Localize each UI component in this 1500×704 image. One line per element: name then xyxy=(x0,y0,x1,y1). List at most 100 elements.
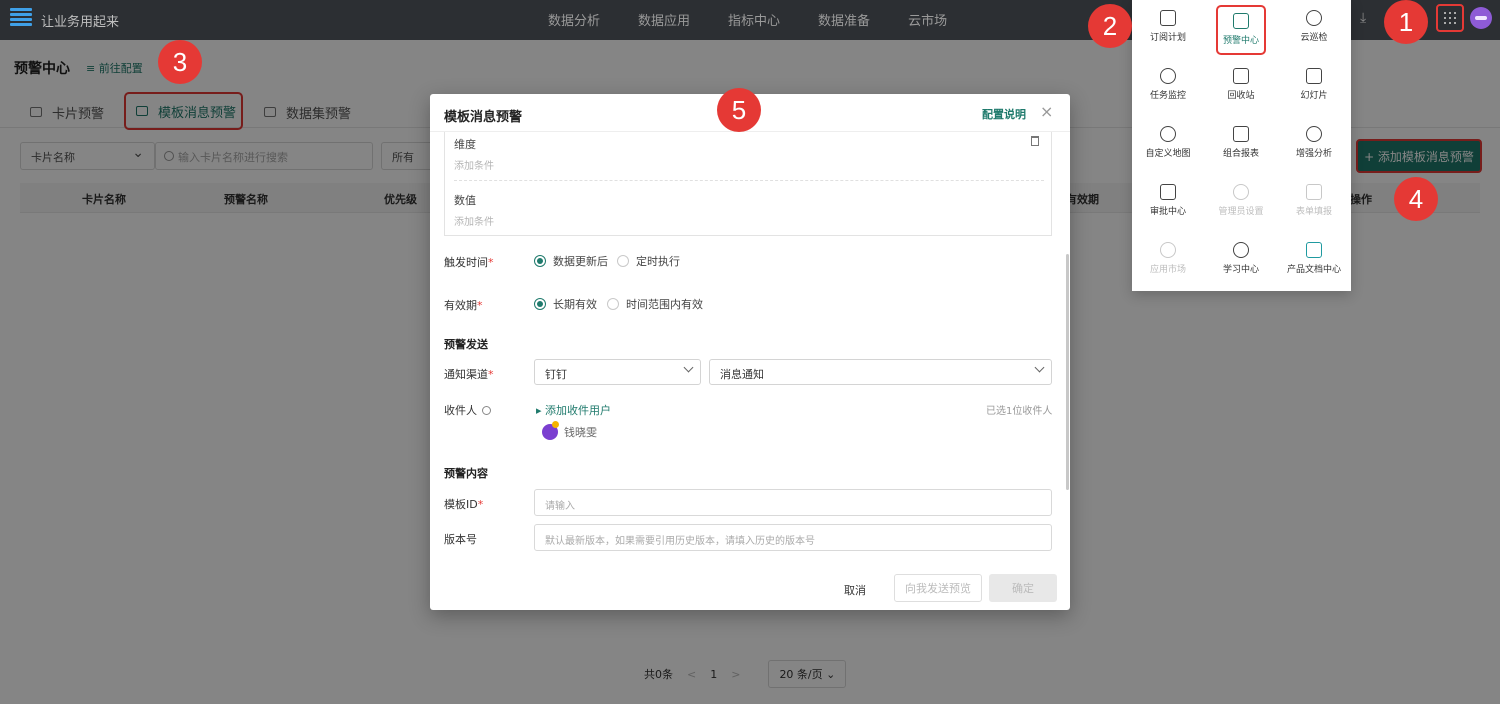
apps-menu: 订阅计划 预警中心 云巡检 任务监控 回收站 幻灯片 自定义地图 组合报表 增强… xyxy=(1132,0,1351,291)
cancel-button[interactable]: 取消 xyxy=(844,582,866,598)
app-label: 组合报表 xyxy=(1222,149,1259,159)
app-label: 表单填报 xyxy=(1295,207,1332,217)
download-icon[interactable]: ⤓ xyxy=(1360,10,1376,26)
recipient-chip[interactable]: 钱晓雯 xyxy=(542,421,597,440)
trigger-scheduled-radio[interactable]: 定时执行 xyxy=(617,253,680,269)
apps-grid-icon xyxy=(1444,12,1456,24)
modal-scrollbar[interactable] xyxy=(1066,254,1069,490)
add-dimension-condition[interactable]: 添加条件 xyxy=(454,157,494,172)
app-label: 审批中心 xyxy=(1149,207,1186,217)
app-approval-center[interactable]: 审批中心 xyxy=(1132,174,1204,228)
trigger-time-label: 触发时间* xyxy=(444,256,494,269)
confirm-button[interactable]: 确定 xyxy=(989,574,1057,602)
step-badge-4: 4 xyxy=(1394,177,1438,221)
nav-data-prep[interactable]: 数据准备 xyxy=(818,10,870,29)
version-label: 版本号 xyxy=(444,533,477,546)
app-label: 增强分析 xyxy=(1295,149,1332,159)
app-label: 任务监控 xyxy=(1149,91,1186,101)
learner-icon xyxy=(1233,242,1249,258)
step-badge-3: 3 xyxy=(158,40,202,84)
avatar xyxy=(542,421,559,440)
step-badge-2: 2 xyxy=(1088,4,1132,48)
app-task-monitor[interactable]: 任务监控 xyxy=(1132,58,1204,112)
radio-label: 数据更新后 xyxy=(553,255,608,268)
nav-data-application[interactable]: 数据应用 xyxy=(638,10,690,29)
trash-icon xyxy=(1233,68,1249,84)
radio-dot xyxy=(617,255,629,267)
app-label: 学习中心 xyxy=(1222,265,1259,275)
add-recipient-link[interactable]: ▸ 添加收件用户 xyxy=(536,402,611,418)
validity-range-radio[interactable]: 时间范围内有效 xyxy=(607,296,703,312)
app-market[interactable]: 应用市场 xyxy=(1132,232,1204,286)
alert-bell-icon xyxy=(1233,13,1249,29)
step-badge-5: 5 xyxy=(717,88,761,132)
brand-slogan: 让业务用起来 xyxy=(41,15,120,30)
app-learning-center[interactable]: 学习中心 xyxy=(1205,232,1277,286)
form-edit-icon xyxy=(1306,184,1322,200)
content-section-title: 预警内容 xyxy=(444,467,488,480)
cloud-inspect-icon xyxy=(1306,10,1322,26)
app-label: 自定义地图 xyxy=(1145,149,1191,159)
analysis-icon xyxy=(1306,126,1322,142)
value-label: 数值 xyxy=(454,194,476,207)
app-subscription-plan[interactable]: 订阅计划 xyxy=(1132,0,1204,54)
app-slides[interactable]: 幻灯片 xyxy=(1278,58,1350,112)
add-value-condition[interactable]: 添加条件 xyxy=(454,213,494,228)
user-avatar[interactable] xyxy=(1470,7,1492,29)
select-value: 消息通知 xyxy=(720,368,764,381)
map-pin-icon xyxy=(1160,126,1176,142)
channel-type-select[interactable]: 消息通知 xyxy=(709,359,1052,385)
slides-icon xyxy=(1306,68,1322,84)
gauge-icon xyxy=(1160,68,1176,84)
app-label: 幻灯片 xyxy=(1300,91,1328,101)
app-label: 云巡检 xyxy=(1300,33,1328,43)
app-cloud-inspect[interactable]: 云巡检 xyxy=(1278,0,1350,54)
radio-label: 时间范围内有效 xyxy=(626,298,703,311)
calendar-clock-icon xyxy=(1160,10,1176,26)
send-section-title: 预警发送 xyxy=(444,338,488,351)
template-alert-modal: 模板消息预警 配置说明 × 维度 添加条件 数值 添加条件 触发时间* 数据更新… xyxy=(430,94,1070,610)
divider xyxy=(454,180,1044,181)
apps-grid-button[interactable] xyxy=(1436,4,1464,32)
recipient-label: 收件人 xyxy=(444,402,491,418)
chevron-down-icon xyxy=(1034,362,1045,373)
nav-data-analysis[interactable]: 数据分析 xyxy=(548,10,600,29)
app-custom-map[interactable]: 自定义地图 xyxy=(1132,116,1204,170)
modal-title: 模板消息预警 xyxy=(444,110,523,125)
send-preview-button[interactable]: 向我发送预览 xyxy=(894,574,982,602)
select-value: 钉钉 xyxy=(545,368,567,381)
radio-dot xyxy=(607,298,619,310)
info-icon[interactable] xyxy=(482,406,491,415)
trash-icon[interactable] xyxy=(1031,136,1039,146)
clipboard-report-icon xyxy=(1233,126,1249,142)
app-recycle-bin[interactable]: 回收站 xyxy=(1205,58,1277,112)
template-id-label: 模板ID* xyxy=(444,498,484,511)
approval-doc-icon xyxy=(1160,184,1176,200)
close-icon[interactable]: × xyxy=(1040,102,1053,121)
dimension-label: 维度 xyxy=(454,138,476,151)
nav-metric-center[interactable]: 指标中心 xyxy=(728,10,780,29)
app-enhanced-analysis[interactable]: 增强分析 xyxy=(1278,116,1350,170)
app-alert-center[interactable]: 预警中心 xyxy=(1216,5,1266,55)
config-help-link[interactable]: 配置说明 xyxy=(982,106,1026,122)
trigger-after-update-radio[interactable]: 数据更新后 xyxy=(534,253,608,269)
chevron-down-icon xyxy=(683,362,694,373)
channel-select[interactable]: 钉钉 xyxy=(534,359,701,385)
app-admin-settings[interactable]: 管理员设置 xyxy=(1205,174,1277,228)
nav-cloud-market[interactable]: 云市场 xyxy=(908,10,947,29)
radio-label: 定时执行 xyxy=(636,255,680,268)
step-badge-1: 1 xyxy=(1384,0,1428,44)
app-combined-report[interactable]: 组合报表 xyxy=(1205,116,1277,170)
validity-long-term-radio[interactable]: 长期有效 xyxy=(534,296,597,312)
app-label: 回收站 xyxy=(1227,91,1255,101)
validity-label: 有效期* xyxy=(444,299,483,312)
app-form-fill[interactable]: 表单填报 xyxy=(1278,174,1350,228)
selected-recipient-count: 已选1位收件人 xyxy=(986,406,1053,417)
radio-dot xyxy=(534,298,546,310)
chart-doc-icon xyxy=(1306,242,1322,258)
logo-icon[interactable] xyxy=(10,8,32,30)
template-id-input[interactable]: 请输入 xyxy=(534,489,1052,516)
recipient-name: 钱晓雯 xyxy=(564,426,597,439)
version-input[interactable]: 默认最新版本，如果需要引用历史版本，请填入历史的版本号 xyxy=(534,524,1052,551)
app-product-docs[interactable]: 产品文档中心 xyxy=(1278,232,1350,286)
